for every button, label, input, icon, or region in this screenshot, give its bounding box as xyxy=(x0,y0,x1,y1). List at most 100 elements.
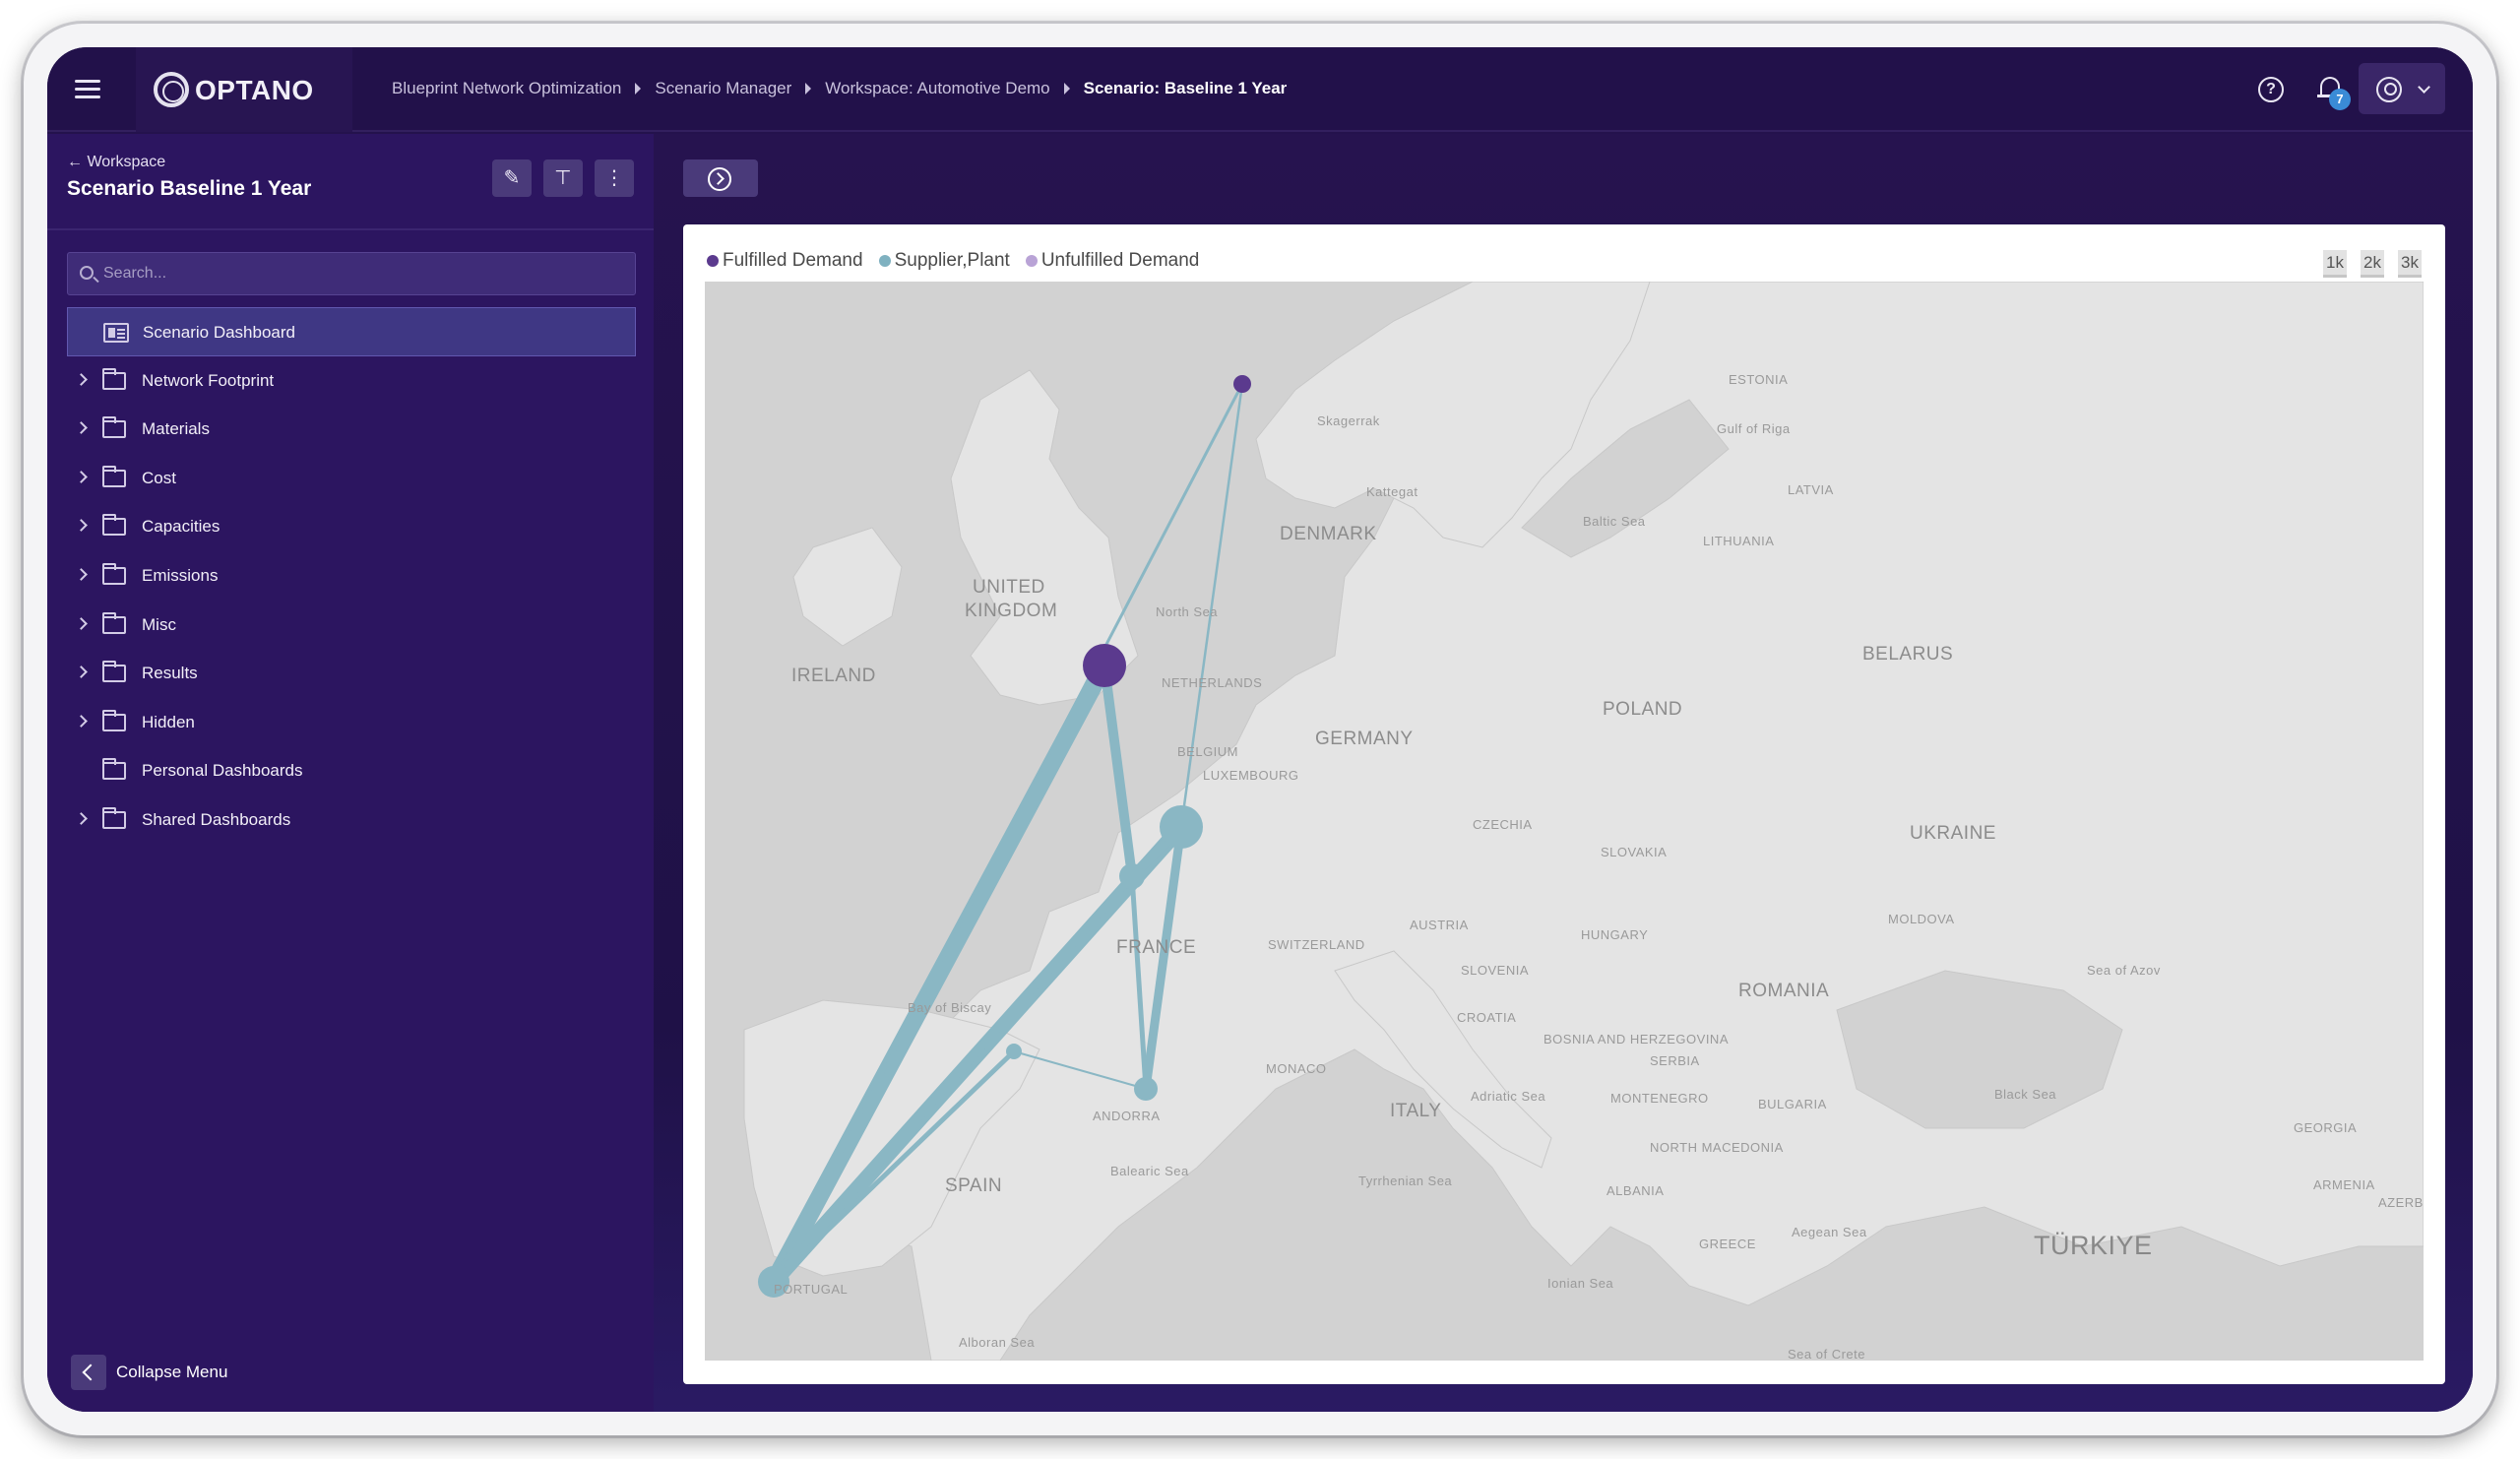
more-options-button[interactable]: ⋮ xyxy=(595,159,634,197)
map-label-sea: Balearic Sea xyxy=(1110,1164,1189,1178)
arrow-left-icon: ← xyxy=(67,154,88,170)
navigation-tree: Scenario Dashboard Network Footprint Mat… xyxy=(67,307,636,845)
tree-item-hidden[interactable]: Hidden xyxy=(67,698,636,747)
node-demand-sweden xyxy=(1233,375,1251,393)
chevron-right-icon[interactable] xyxy=(75,616,88,630)
legend-item-unfulfilled-demand[interactable]: Unfulfilled Demand xyxy=(1025,250,1199,272)
user-menu-button[interactable] xyxy=(2359,63,2445,114)
map-label-country: SERBIA xyxy=(1650,1053,1700,1068)
breadcrumb-project[interactable]: Blueprint Network Optimization xyxy=(392,79,621,98)
chevron-right-icon[interactable] xyxy=(75,519,88,533)
sidebar-divider xyxy=(47,228,654,230)
breadcrumb-separator-icon xyxy=(635,83,642,95)
map-label-country: POLAND xyxy=(1603,699,1683,720)
map-label-country: GEORGIA xyxy=(2294,1120,2358,1135)
navigate-forward-button[interactable] xyxy=(683,159,758,197)
node-supplier-italy xyxy=(1134,1077,1158,1101)
help-icon[interactable]: ? xyxy=(2258,77,2284,102)
main-content: Fulfilled Demand Supplier,Plant Unfulfil… xyxy=(654,134,2473,1412)
tree-item-label: Capacities xyxy=(142,517,220,537)
top-bar: OPTANO Blueprint Network Optimization Sc… xyxy=(47,47,2473,132)
chevron-right-icon[interactable] xyxy=(75,714,88,728)
tree-item-label: Emissions xyxy=(142,565,219,585)
folder-icon xyxy=(102,514,126,537)
map-label-sea: Sea of Azov xyxy=(2087,963,2161,978)
edit-button[interactable]: ✎ xyxy=(492,159,532,197)
map-label-country: AUSTRIA xyxy=(1410,918,1469,932)
back-to-workspace-link[interactable]: ← Workspace xyxy=(67,154,165,171)
tree-item-label: Network Footprint xyxy=(142,370,275,390)
map-label-country: NORTH MACEDONIA xyxy=(1650,1140,1784,1155)
scale-2k-button[interactable]: 2k xyxy=(2361,250,2384,278)
chevron-right-icon[interactable] xyxy=(75,812,88,825)
tree-item-label: Shared Dashboards xyxy=(142,809,291,829)
map-label-sea: Aegean Sea xyxy=(1792,1225,1867,1239)
app-screen: OPTANO Blueprint Network Optimization Sc… xyxy=(47,47,2473,1412)
node-supplier-austria xyxy=(1119,863,1145,889)
scale-1k-button[interactable]: 1k xyxy=(2323,250,2347,278)
chevron-right-icon[interactable] xyxy=(75,568,88,581)
pencil-icon: ✎ xyxy=(503,167,521,189)
tree-item-label: Hidden xyxy=(142,712,195,731)
tree-item-personal-dashboards[interactable]: Personal Dashboards xyxy=(67,746,636,795)
tree-item-capacities[interactable]: Capacities xyxy=(67,502,636,551)
back-link-label: Workspace xyxy=(87,154,166,170)
map-label-country: LITHUANIA xyxy=(1703,534,1775,548)
map-label-sea: Alboran Sea xyxy=(959,1335,1036,1350)
map-label-sea: Ionian Sea xyxy=(1547,1276,1614,1291)
folder-icon xyxy=(102,709,126,731)
map-label-country: UKRAINE xyxy=(1910,823,1996,844)
folder-icon xyxy=(102,758,126,781)
tree-item-label: Cost xyxy=(142,468,176,487)
map-label-country: BELGIUM xyxy=(1177,744,1239,759)
sidebar: ← Workspace Scenario Baseline 1 Year ✎ ⊤… xyxy=(47,134,654,1412)
chevron-right-icon[interactable] xyxy=(75,470,88,483)
map-label-sea: Kattegat xyxy=(1366,484,1418,499)
tree-item-label: Misc xyxy=(142,614,176,634)
map-label-country: GERMANY xyxy=(1315,729,1414,749)
folder-icon xyxy=(102,416,126,439)
map-label-country: MONTENEGRO xyxy=(1610,1091,1709,1106)
hamburger-menu-icon[interactable] xyxy=(67,70,106,109)
tree-item-results[interactable]: Results xyxy=(67,649,636,698)
folder-icon xyxy=(102,611,126,634)
map-label-sea: North Sea xyxy=(1156,604,1219,619)
breadcrumb-workspace[interactable]: Workspace: Automotive Demo xyxy=(825,79,1049,98)
tree-item-shared-dashboards[interactable]: Shared Dashboards xyxy=(67,795,636,845)
search-input[interactable] xyxy=(103,253,625,294)
europe-map[interactable]: UNITED KINGDOM IRELAND DENMARK North Sea… xyxy=(705,282,2424,1361)
tree-item-misc[interactable]: Misc xyxy=(67,601,636,650)
chevron-left-icon[interactable] xyxy=(71,1355,106,1390)
add-element-button[interactable]: ⊤ xyxy=(543,159,583,197)
tree-item-emissions[interactable]: Emissions xyxy=(67,551,636,601)
legend-dot-icon xyxy=(878,255,891,267)
tree-item-scenario-dashboard[interactable]: Scenario Dashboard xyxy=(67,307,636,356)
tree-item-cost[interactable]: Cost xyxy=(67,454,636,503)
breadcrumb-current-scenario: Scenario: Baseline 1 Year xyxy=(1083,79,1288,97)
map-label-country: LUXEMBOURG xyxy=(1203,768,1299,783)
breadcrumb-separator-icon xyxy=(805,83,812,95)
legend-item-fulfilled-demand[interactable]: Fulfilled Demand xyxy=(707,250,863,272)
chevron-right-icon[interactable] xyxy=(75,372,88,386)
tree-item-network-footprint[interactable]: Network Footprint xyxy=(67,356,636,406)
chevron-right-icon[interactable] xyxy=(75,421,88,435)
map-label-country: HUNGARY xyxy=(1581,927,1649,942)
legend-dot-icon xyxy=(707,255,719,267)
arrow-circle-right-icon xyxy=(708,167,731,191)
scenario-title: Scenario Baseline 1 Year xyxy=(67,177,312,200)
map-label-country: ESTONIA xyxy=(1729,372,1789,387)
chevron-right-icon[interactable] xyxy=(75,666,88,679)
legend-item-supplier-plant[interactable]: Supplier,Plant xyxy=(878,250,1010,272)
map-label-country: CROATIA xyxy=(1457,1010,1517,1025)
scale-3k-button[interactable]: 3k xyxy=(2398,250,2422,278)
map-legend: Fulfilled Demand Supplier,Plant Unfulfil… xyxy=(707,246,1215,276)
logo[interactable]: OPTANO xyxy=(136,47,352,132)
map-label-country: SLOVENIA xyxy=(1461,963,1530,978)
map-panel: Fulfilled Demand Supplier,Plant Unfulfil… xyxy=(683,224,2445,1384)
tree-item-materials[interactable]: Materials xyxy=(67,405,636,454)
map-label-country: ALBANIA xyxy=(1606,1183,1665,1198)
map-label-country: TÜRKIYE xyxy=(2034,1231,2153,1260)
map-label-sea: Skagerrak xyxy=(1317,413,1380,428)
breadcrumb: Blueprint Network Optimization Scenario … xyxy=(392,79,1287,98)
breadcrumb-scenario-manager[interactable]: Scenario Manager xyxy=(655,79,791,98)
